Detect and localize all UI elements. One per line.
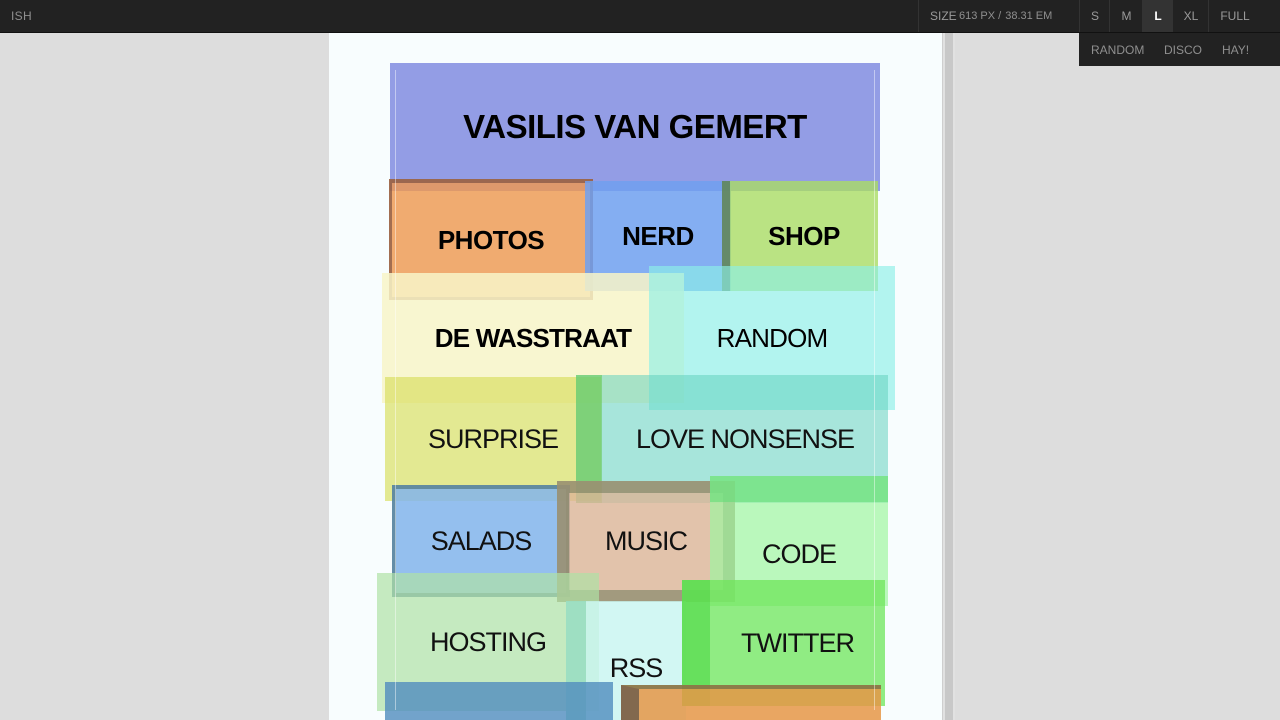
size-readout: 613 PX /38.31 EM (959, 0, 1052, 32)
viewport-frame: VASILIS VAN GEMERT PHOTOS NERD SHOP DE W… (329, 33, 942, 720)
nav-tile-partial-right[interactable] (621, 685, 881, 720)
size-button-xl[interactable]: XL (1172, 0, 1209, 32)
nav-tile-label: PHOTOS (437, 224, 545, 255)
nav-tile-label: DE WASSTRAAT (434, 322, 632, 353)
nav-tile-partial-left[interactable] (385, 682, 613, 720)
nav-tile-label: HOSTING (429, 626, 547, 657)
size-px-readout: 613 PX / (959, 10, 1002, 22)
nav-tile-label: SURPRISE (427, 423, 559, 454)
nav-tile-label: RSS (609, 652, 664, 683)
size-em-readout: 38.31 EM (1005, 10, 1053, 22)
nav-tile-label: TWITTER (741, 627, 855, 658)
nav-tile-label: RANDOM (716, 322, 829, 353)
nav-tile-label: MUSIC (605, 526, 688, 556)
size-button-full[interactable]: FULL (1208, 0, 1261, 32)
size-button-m[interactable]: M (1109, 0, 1143, 32)
nav-tile-label: LOVE NONSENSE (635, 423, 855, 454)
brand-logo[interactable]: ISH (11, 9, 32, 23)
disco-mode-button[interactable]: DISCO (1164, 43, 1202, 57)
size-button-l[interactable]: L (1142, 0, 1173, 32)
site-title-text: VASILIS VAN GEMERT (463, 108, 807, 145)
viewport-resize-handle[interactable] (942, 33, 955, 720)
extra-menu: RANDOM DISCO HAY! (1079, 33, 1280, 66)
top-toolbar: ISH SIZE 613 PX /38.31 EM S M L XL FULL (0, 0, 1280, 33)
size-button-s[interactable]: S (1079, 0, 1110, 32)
site-title[interactable]: VASILIS VAN GEMERT (390, 63, 880, 191)
nav-tile-label: NERD (622, 220, 694, 251)
hay-mode-button[interactable]: HAY! (1222, 43, 1249, 57)
nav-tile-label: CODE (761, 538, 837, 569)
nav-tile-label: SALADS (430, 525, 533, 556)
random-size-button[interactable]: RANDOM (1091, 43, 1144, 57)
nav-tile-label: SHOP (768, 220, 840, 251)
